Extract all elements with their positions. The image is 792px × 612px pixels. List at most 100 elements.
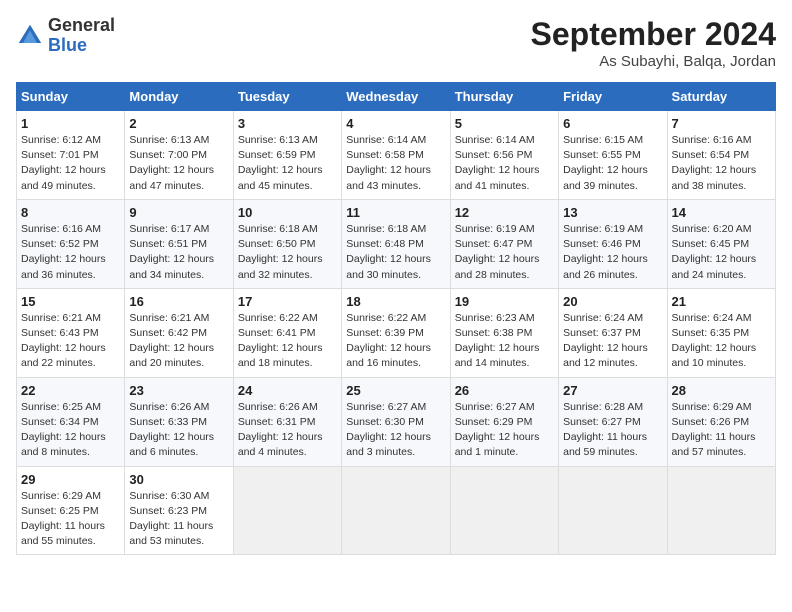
header-row: SundayMondayTuesdayWednesdayThursdayFrid…: [17, 83, 776, 111]
day-number: 4: [346, 116, 445, 131]
calendar-cell: 15 Sunrise: 6:21 AMSunset: 6:43 PMDayligh…: [17, 288, 125, 377]
calendar-cell: [559, 466, 667, 555]
calendar-cell: 1 Sunrise: 6:12 AMSunset: 7:01 PMDaylight…: [17, 111, 125, 200]
calendar-cell: [233, 466, 341, 555]
day-info: Sunrise: 6:26 AMSunset: 6:31 PMDaylight:…: [238, 400, 337, 461]
calendar-cell: 8 Sunrise: 6:16 AMSunset: 6:52 PMDaylight…: [17, 199, 125, 288]
calendar-cell: 20Sunrise: 6:24 AMSunset: 6:37 PMDayligh…: [559, 288, 667, 377]
day-number: 2: [129, 116, 228, 131]
calendar-week-3: 15 Sunrise: 6:21 AMSunset: 6:43 PMDayligh…: [17, 288, 776, 377]
day-number: 29: [21, 472, 120, 487]
day-number: 11: [346, 205, 445, 220]
calendar-week-5: 29 Sunrise: 6:29 AMSunset: 6:25 PMDayligh…: [17, 466, 776, 555]
logo-text: General Blue: [48, 16, 115, 56]
day-number: 22: [21, 383, 120, 398]
day-number: 9: [129, 205, 228, 220]
day-number: 15: [21, 294, 120, 309]
day-info: Sunrise: 6:24 AMSunset: 6:37 PMDaylight:…: [563, 311, 662, 372]
header-day-thursday: Thursday: [450, 83, 558, 111]
calendar-cell: 5Sunrise: 6:14 AMSunset: 6:56 PMDaylight…: [450, 111, 558, 200]
day-number: 14: [672, 205, 771, 220]
day-number: 12: [455, 205, 554, 220]
calendar-cell: 21 Sunrise: 6:24 AMSunset: 6:35 PMDayligh…: [667, 288, 775, 377]
day-number: 21: [672, 294, 771, 309]
day-number: 16: [129, 294, 228, 309]
calendar-table: SundayMondayTuesdayWednesdayThursdayFrid…: [16, 82, 776, 555]
day-info: Sunrise: 6:18 AMSunset: 6:50 PMDaylight:…: [238, 222, 337, 283]
day-number: 26: [455, 383, 554, 398]
calendar-cell: 3 Sunrise: 6:13 AMSunset: 6:59 PMDaylight…: [233, 111, 341, 200]
day-number: 25: [346, 383, 445, 398]
calendar-cell: 30 Sunrise: 6:30 AMSunset: 6:23 PMDayligh…: [125, 466, 233, 555]
calendar-cell: 16Sunrise: 6:21 AMSunset: 6:42 PMDayligh…: [125, 288, 233, 377]
calendar-cell: 7 Sunrise: 6:16 AMSunset: 6:54 PMDaylight…: [667, 111, 775, 200]
day-info: Sunrise: 6:24 AMSunset: 6:35 PMDaylight:…: [672, 311, 771, 372]
day-number: 8: [21, 205, 120, 220]
page-header: General Blue September 2024 As Subayhi, …: [16, 16, 776, 70]
calendar-header: SundayMondayTuesdayWednesdayThursdayFrid…: [17, 83, 776, 111]
day-info: Sunrise: 6:27 AMSunset: 6:30 PMDaylight:…: [346, 400, 445, 461]
calendar-cell: 29 Sunrise: 6:29 AMSunset: 6:25 PMDayligh…: [17, 466, 125, 555]
day-info: Sunrise: 6:20 AMSunset: 6:45 PMDaylight:…: [672, 222, 771, 283]
day-info: Sunrise: 6:13 AMSunset: 7:00 PMDaylight:…: [129, 133, 228, 194]
day-info: Sunrise: 6:22 AMSunset: 6:39 PMDaylight:…: [346, 311, 445, 372]
calendar-week-1: 1 Sunrise: 6:12 AMSunset: 7:01 PMDaylight…: [17, 111, 776, 200]
day-info: Sunrise: 6:23 AMSunset: 6:38 PMDaylight:…: [455, 311, 554, 372]
day-info: Sunrise: 6:19 AMSunset: 6:47 PMDaylight:…: [455, 222, 554, 283]
day-info: Sunrise: 6:29 AMSunset: 6:25 PMDaylight:…: [21, 489, 120, 550]
day-number: 23: [129, 383, 228, 398]
day-number: 3: [238, 116, 337, 131]
calendar-cell: [342, 466, 450, 555]
day-number: 7: [672, 116, 771, 131]
day-info: Sunrise: 6:16 AMSunset: 6:54 PMDaylight:…: [672, 133, 771, 194]
day-number: 6: [563, 116, 662, 131]
day-number: 18: [346, 294, 445, 309]
calendar-cell: 12 Sunrise: 6:19 AMSunset: 6:47 PMDayligh…: [450, 199, 558, 288]
day-info: Sunrise: 6:21 AMSunset: 6:43 PMDaylight:…: [21, 311, 120, 372]
calendar-cell: 14 Sunrise: 6:20 AMSunset: 6:45 PMDayligh…: [667, 199, 775, 288]
day-info: Sunrise: 6:22 AMSunset: 6:41 PMDaylight:…: [238, 311, 337, 372]
logo-blue: Blue: [48, 35, 87, 55]
calendar-cell: 27Sunrise: 6:28 AMSunset: 6:27 PMDayligh…: [559, 377, 667, 466]
day-number: 19: [455, 294, 554, 309]
day-number: 1: [21, 116, 120, 131]
calendar-cell: 25 Sunrise: 6:27 AMSunset: 6:30 PMDayligh…: [342, 377, 450, 466]
calendar-cell: 17 Sunrise: 6:22 AMSunset: 6:41 PMDayligh…: [233, 288, 341, 377]
calendar-cell: 2 Sunrise: 6:13 AMSunset: 7:00 PMDaylight…: [125, 111, 233, 200]
calendar-cell: 4Sunrise: 6:14 AMSunset: 6:58 PMDaylight…: [342, 111, 450, 200]
header-day-tuesday: Tuesday: [233, 83, 341, 111]
day-info: Sunrise: 6:12 AMSunset: 7:01 PMDaylight:…: [21, 133, 120, 194]
day-info: Sunrise: 6:16 AMSunset: 6:52 PMDaylight:…: [21, 222, 120, 283]
header-day-friday: Friday: [559, 83, 667, 111]
day-info: Sunrise: 6:30 AMSunset: 6:23 PMDaylight:…: [129, 489, 228, 550]
location: As Subayhi, Balqa, Jordan: [531, 53, 776, 70]
day-info: Sunrise: 6:27 AMSunset: 6:29 PMDaylight:…: [455, 400, 554, 461]
calendar-cell: [667, 466, 775, 555]
title-block: September 2024 As Subayhi, Balqa, Jordan: [531, 16, 776, 70]
day-info: Sunrise: 6:25 AMSunset: 6:34 PMDaylight:…: [21, 400, 120, 461]
header-day-monday: Monday: [125, 83, 233, 111]
day-info: Sunrise: 6:13 AMSunset: 6:59 PMDaylight:…: [238, 133, 337, 194]
calendar-cell: 6 Sunrise: 6:15 AMSunset: 6:55 PMDaylight…: [559, 111, 667, 200]
day-info: Sunrise: 6:17 AMSunset: 6:51 PMDaylight:…: [129, 222, 228, 283]
day-number: 17: [238, 294, 337, 309]
header-day-sunday: Sunday: [17, 83, 125, 111]
day-number: 24: [238, 383, 337, 398]
day-number: 13: [563, 205, 662, 220]
calendar-week-4: 22 Sunrise: 6:25 AMSunset: 6:34 PMDayligh…: [17, 377, 776, 466]
day-info: Sunrise: 6:14 AMSunset: 6:56 PMDaylight:…: [455, 133, 554, 194]
day-info: Sunrise: 6:19 AMSunset: 6:46 PMDaylight:…: [563, 222, 662, 283]
calendar-cell: 11Sunrise: 6:18 AMSunset: 6:48 PMDayligh…: [342, 199, 450, 288]
day-number: 30: [129, 472, 228, 487]
day-number: 10: [238, 205, 337, 220]
calendar-cell: 10 Sunrise: 6:18 AMSunset: 6:50 PMDayligh…: [233, 199, 341, 288]
day-info: Sunrise: 6:15 AMSunset: 6:55 PMDaylight:…: [563, 133, 662, 194]
logo-general: General: [48, 15, 115, 35]
calendar-body: 1 Sunrise: 6:12 AMSunset: 7:01 PMDaylight…: [17, 111, 776, 555]
day-info: Sunrise: 6:29 AMSunset: 6:26 PMDaylight:…: [672, 400, 771, 461]
calendar-cell: 13 Sunrise: 6:19 AMSunset: 6:46 PMDayligh…: [559, 199, 667, 288]
calendar-week-2: 8 Sunrise: 6:16 AMSunset: 6:52 PMDaylight…: [17, 199, 776, 288]
calendar-cell: 28 Sunrise: 6:29 AMSunset: 6:26 PMDayligh…: [667, 377, 775, 466]
day-number: 28: [672, 383, 771, 398]
calendar-cell: 9 Sunrise: 6:17 AMSunset: 6:51 PMDaylight…: [125, 199, 233, 288]
